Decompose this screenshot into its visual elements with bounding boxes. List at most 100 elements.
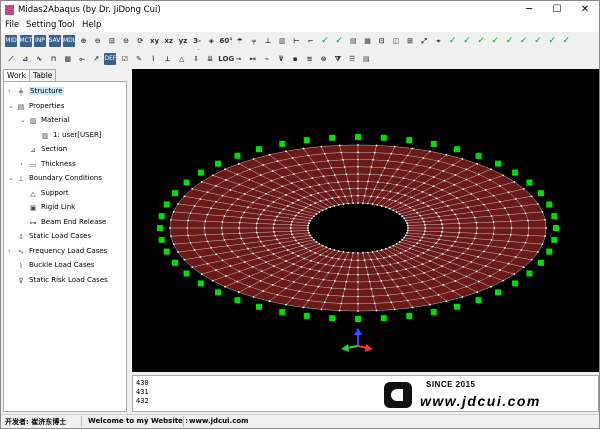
import-icon[interactable]: MCT: [19, 35, 33, 47]
beam-icon[interactable]: ⊥: [262, 35, 274, 47]
filter-icon[interactable]: ⧩: [332, 53, 344, 65]
result-icon[interactable]: ⊗: [318, 53, 330, 65]
local-axis-icon[interactable]: ↗: [90, 53, 102, 65]
model-viewport[interactable]: [132, 69, 599, 372]
tree-static-risk-load-cases[interactable]: ⊽ Static Risk Load Cases: [8, 274, 107, 287]
draw-icon[interactable]: ✎: [133, 53, 145, 65]
pressure-icon[interactable]: ⇊: [204, 53, 216, 65]
cable-icon[interactable]: ∿: [33, 53, 45, 65]
expand-chevron-icon[interactable]: ⌄: [8, 100, 16, 113]
tree-structure[interactable]: › ╪ Structure: [8, 85, 64, 98]
node-icon[interactable]: ⊢: [291, 35, 303, 47]
mesh-node: [456, 217, 459, 220]
expand-chevron-icon[interactable]: ›: [20, 158, 28, 171]
rigid-icon[interactable]: ⟂: [162, 53, 174, 65]
check-node-icon[interactable]: ✓: [319, 35, 331, 47]
export-icon[interactable]: INP: [34, 35, 46, 47]
mass-icon[interactable]: ▪: [289, 53, 301, 65]
tree-frequency-load-cases[interactable]: › ∿ Frequency Load Cases: [8, 245, 107, 258]
status-website[interactable]: www.jdcui.com: [189, 417, 248, 425]
beam-load-icon[interactable]: ⊷: [247, 53, 259, 65]
check-3-icon[interactable]: ✓: [475, 35, 487, 47]
zoom-in-icon[interactable]: ⊕: [78, 35, 90, 47]
tree-boundary-conditions[interactable]: ⌄ ⊥ Boundary Conditions: [8, 172, 102, 185]
material-icon[interactable]: ▩: [62, 53, 74, 65]
list-icon[interactable]: ☰: [346, 53, 358, 65]
plate-icon[interactable]: ◫: [390, 35, 402, 47]
stage-icon[interactable]: ≋: [304, 53, 316, 65]
menu-setting[interactable]: Setting: [26, 20, 56, 30]
check-2-icon[interactable]: ✓: [461, 35, 473, 47]
grid-icon[interactable]: ▦: [362, 35, 374, 47]
perspective-icon[interactable]: ◈: [205, 35, 217, 47]
expand-chevron-icon[interactable]: ⌄: [20, 114, 28, 127]
check-1-icon[interactable]: ✓: [447, 35, 459, 47]
expand-chevron-icon[interactable]: ›: [8, 245, 16, 258]
mesh-icon[interactable]: ╤: [248, 35, 260, 47]
minimize-button[interactable]: ─: [515, 1, 543, 19]
check-7-icon[interactable]: ✓: [532, 35, 544, 47]
check-5-icon[interactable]: ✓: [504, 35, 516, 47]
frame-icon[interactable]: ▥: [276, 35, 288, 47]
axis-icon[interactable]: ⌖: [433, 35, 445, 47]
settlement-icon[interactable]: ⊽: [275, 53, 287, 65]
zoom-out-icon[interactable]: ⊖: [92, 35, 104, 47]
report-icon[interactable]: ▤: [360, 53, 372, 65]
check-8-icon[interactable]: ✓: [546, 35, 558, 47]
umbrella-icon[interactable]: ☂: [234, 35, 246, 47]
view-xz-icon[interactable]: xz: [163, 35, 175, 47]
shell-icon[interactable]: ⊞: [404, 35, 416, 47]
mesh-node: [544, 235, 546, 238]
check-element-icon[interactable]: ✓: [333, 35, 345, 47]
tree-thickness[interactable]: › ▭ Thickness: [20, 158, 76, 171]
display-icon[interactable]: 60°: [220, 35, 233, 47]
message-console[interactable]: 430 431 432 SINCE 2015 www.jdcui.com: [132, 375, 599, 412]
release-icon[interactable]: ⟜: [76, 53, 88, 65]
save-icon[interactable]: SAV: [48, 35, 61, 47]
model-icon[interactable]: MDL: [63, 35, 76, 47]
tree-beam-end-release[interactable]: ⊶ Beam End Release: [20, 216, 107, 229]
line-element-icon[interactable]: ⟋: [5, 53, 17, 65]
zoom-window-icon[interactable]: ⊡: [106, 35, 118, 47]
tree-section[interactable]: ⊿ Section: [20, 143, 67, 156]
properties-icon[interactable]: ▤: [347, 35, 359, 47]
view-xy-icon[interactable]: xy: [149, 35, 161, 47]
rotate-icon[interactable]: ⟳: [134, 35, 146, 47]
view-3d-icon[interactable]: 3-d: [191, 35, 203, 57]
tree-properties[interactable]: ⌄ ▤ Properties: [8, 100, 64, 113]
log-icon[interactable]: LOG: [218, 53, 234, 65]
tree-static-load-cases[interactable]: ⇩ Static Load Cases: [8, 230, 91, 243]
confirm-icon[interactable]: ☑: [119, 53, 131, 65]
view-yz-icon[interactable]: yz: [177, 35, 189, 47]
check-4-icon[interactable]: ✓: [489, 35, 501, 47]
tree-material-user[interactable]: ▥ 1: user[USER]: [32, 129, 102, 142]
tree-material[interactable]: ⌄ ▥ Material: [20, 114, 69, 127]
tab-table[interactable]: Table: [29, 69, 57, 81]
tree-rigid-link[interactable]: ▣ Rigid Link: [20, 201, 76, 214]
close-button[interactable]: ✕: [571, 1, 599, 19]
node-load-icon[interactable]: ⊸: [233, 53, 245, 65]
tree-support[interactable]: △ Support: [20, 187, 68, 200]
tab-work[interactable]: Work: [3, 69, 30, 81]
element-icon[interactable]: ⌐: [305, 35, 317, 47]
truss-icon[interactable]: ⊿: [19, 53, 31, 65]
expand-chevron-icon[interactable]: ⌄: [8, 172, 16, 185]
scale-icon[interactable]: ⤢: [418, 35, 430, 47]
temp-icon[interactable]: ⌁: [261, 53, 273, 65]
check-6-icon[interactable]: ✓: [518, 35, 530, 47]
mirror-icon[interactable]: ⊟: [376, 35, 388, 47]
load-icon[interactable]: ⇩: [190, 53, 202, 65]
menu-tool[interactable]: Tool: [58, 20, 75, 30]
menu-help[interactable]: Help: [82, 20, 101, 30]
expand-chevron-icon[interactable]: ›: [8, 85, 16, 98]
tree-buckle-load-cases[interactable]: ⌇ Buckle Load Cases: [8, 259, 94, 272]
support-icon[interactable]: △: [176, 53, 188, 65]
section-icon[interactable]: ⊓: [48, 53, 60, 65]
zoom-fit-icon[interactable]: ⊙: [120, 35, 132, 47]
deform-icon[interactable]: DEF: [104, 53, 117, 65]
maximize-button[interactable]: ☐: [543, 1, 571, 19]
open-icon[interactable]: MID: [5, 35, 17, 47]
spring-icon[interactable]: ⌇: [147, 53, 159, 65]
check-9-icon[interactable]: ✓: [560, 35, 572, 47]
menu-file[interactable]: File: [5, 20, 19, 30]
